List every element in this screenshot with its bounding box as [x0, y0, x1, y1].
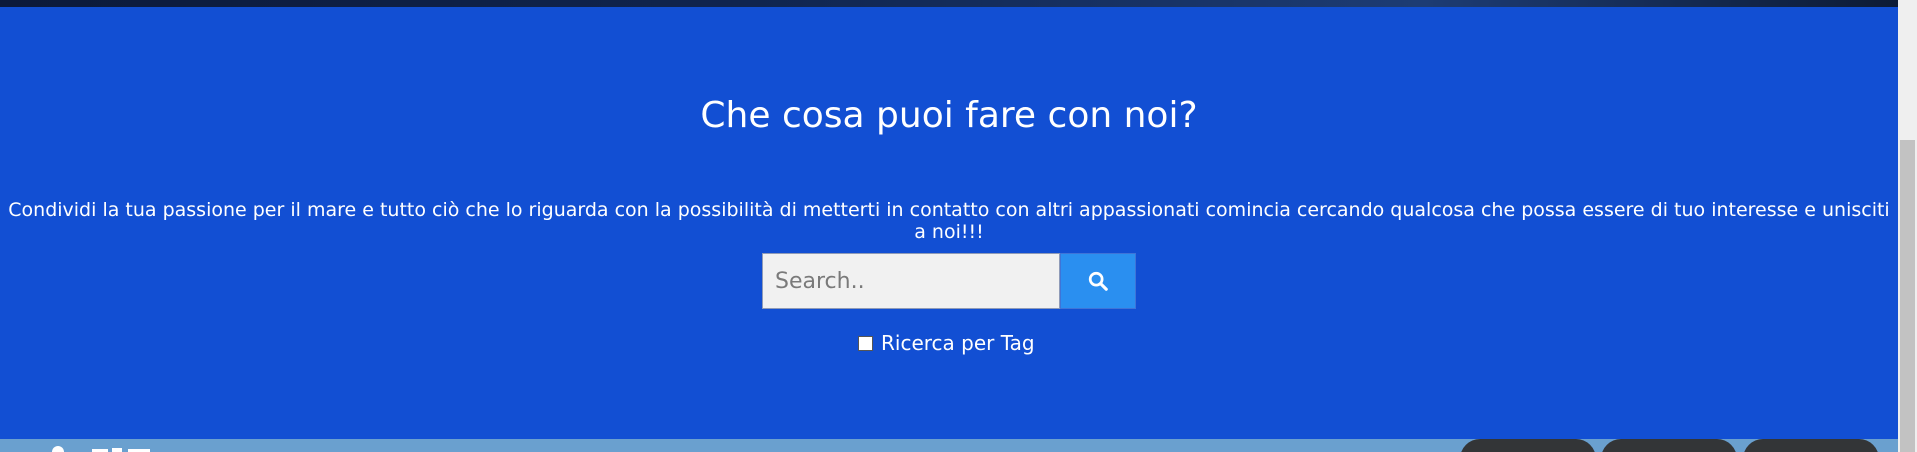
search-input[interactable] — [762, 253, 1060, 309]
site-logo-partial — [52, 446, 150, 452]
tag-search-checkbox[interactable] — [858, 335, 873, 351]
search-icon — [1088, 271, 1108, 291]
bottom-navigation-bar — [0, 439, 1898, 452]
nav-pill-button-1[interactable] — [1460, 439, 1596, 452]
hero-description: Condividi la tua passione per il mare e … — [8, 199, 1890, 243]
nav-pill-button-3[interactable] — [1743, 439, 1879, 452]
header-image-strip — [0, 0, 1898, 7]
hero-section: Che cosa puoi fare con noi? Condividi la… — [0, 7, 1898, 439]
tag-search-label: Ricerca per Tag — [881, 331, 1035, 355]
vertical-scrollbar[interactable] — [1898, 0, 1917, 452]
tag-search-option[interactable]: Ricerca per Tag — [858, 331, 1035, 355]
search-button[interactable] — [1060, 253, 1136, 309]
scrollbar-thumb[interactable] — [1900, 140, 1915, 452]
search-form — [762, 253, 1136, 311]
hero-title: Che cosa puoi fare con noi? — [700, 95, 1198, 136]
nav-pill-button-2[interactable] — [1601, 439, 1737, 452]
